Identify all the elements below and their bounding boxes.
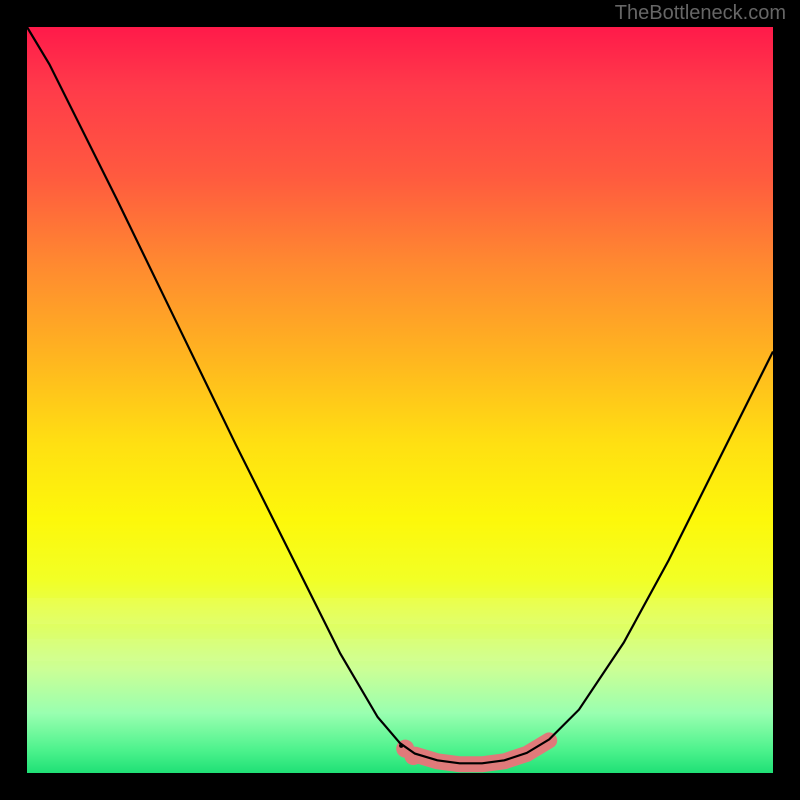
- chart-svg: [27, 27, 773, 773]
- watermark-text: TheBottleneck.com: [615, 2, 786, 25]
- chart-plot-area: [27, 27, 773, 773]
- bottleneck-curve: [27, 27, 773, 763]
